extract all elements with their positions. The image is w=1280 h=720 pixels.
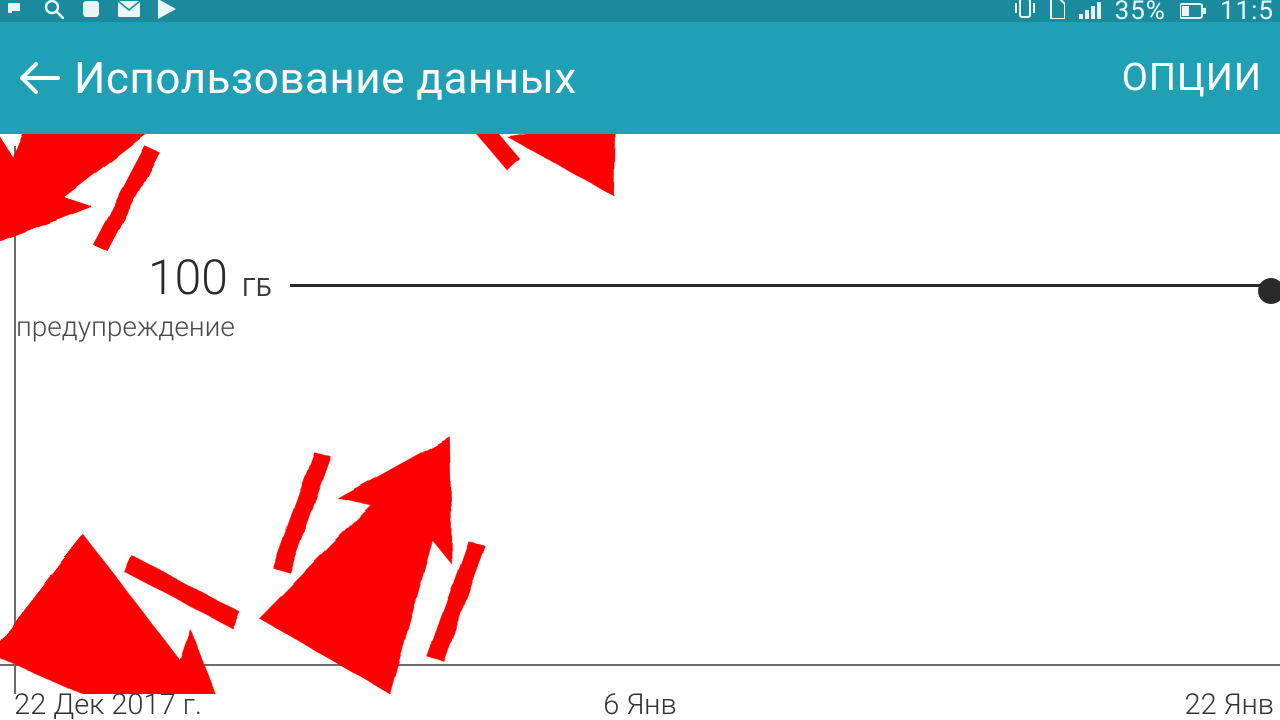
x-tick-start: 22 Дек 2017 г. xyxy=(14,688,202,720)
status-left-icons xyxy=(6,0,176,24)
status-icon xyxy=(6,1,26,22)
sim-icon xyxy=(1049,0,1065,26)
warning-threshold-line[interactable] xyxy=(290,284,1280,287)
chart-area: 100 ГБ предупреждение 22 Дек 2017 г. 6 Я… xyxy=(0,134,1280,694)
battery-icon xyxy=(1180,0,1206,26)
warning-threshold-unit: ГБ xyxy=(242,274,272,303)
battery-percent: 35% xyxy=(1115,0,1166,26)
status-right: 35% 11:5 xyxy=(1015,0,1274,26)
x-tick-end: 22 Янв xyxy=(1185,688,1275,720)
title-bar: Использование данных ОПЦИИ xyxy=(0,22,1280,134)
back-button[interactable] xyxy=(10,49,68,107)
play-icon xyxy=(158,0,176,24)
search-icon xyxy=(44,0,64,24)
x-tick-mid: 6 Янв xyxy=(603,688,676,720)
status-icon-square xyxy=(82,0,100,23)
mail-icon xyxy=(118,1,140,22)
vibrate-icon xyxy=(1015,0,1035,26)
annotation-arrows xyxy=(0,134,1280,694)
signal-icon xyxy=(1079,0,1101,26)
y-axis xyxy=(14,146,16,694)
warning-threshold-handle[interactable] xyxy=(1258,278,1280,304)
status-bar: 35% 11:5 xyxy=(0,0,1280,22)
page-title: Использование данных xyxy=(74,52,577,104)
options-button[interactable]: ОПЦИИ xyxy=(1122,56,1270,100)
arrow-left-icon xyxy=(16,55,62,101)
warning-label: предупреждение xyxy=(16,310,235,343)
clock-time: 11:5 xyxy=(1220,0,1274,26)
warning-threshold-value[interactable]: 100 xyxy=(148,249,228,306)
